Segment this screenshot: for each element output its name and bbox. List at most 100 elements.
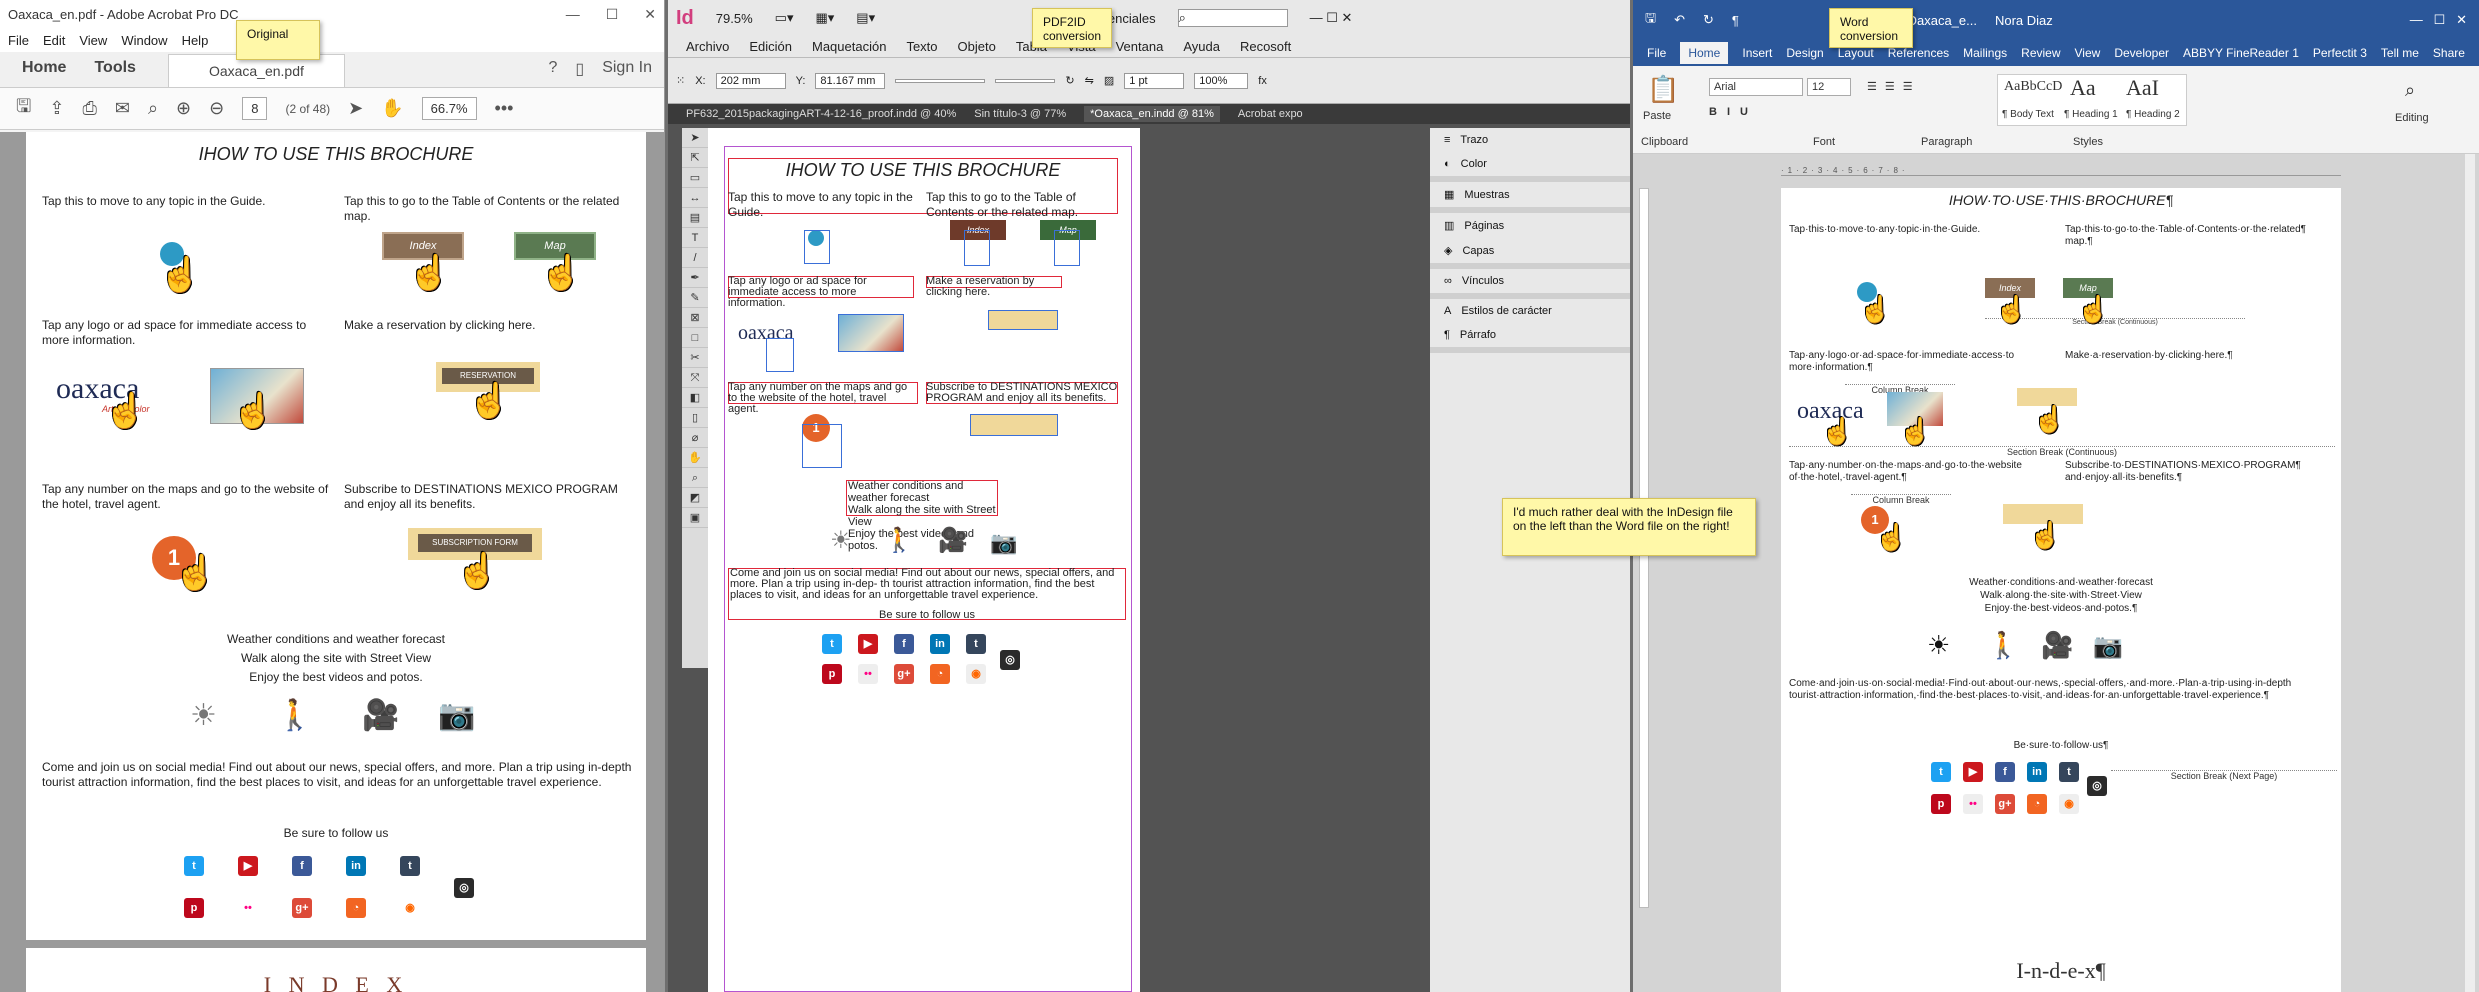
minimize-icon[interactable]: — [566, 6, 580, 23]
rectangle-tool-icon[interactable]: □ [682, 328, 708, 348]
tab-insert[interactable]: Insert [1742, 46, 1772, 60]
panel-paginas[interactable]: ▥ Páginas [1430, 213, 1630, 238]
menu-recosoft[interactable]: Recosoft [1240, 39, 1291, 54]
paste-label[interactable]: Paste [1643, 110, 1671, 122]
scissors-tool-icon[interactable]: ✂ [682, 348, 708, 368]
word-twitter-icon[interactable]: t [1931, 762, 1951, 782]
fill-stroke-icon[interactable]: ◩ [682, 488, 708, 508]
doc-tab-4[interactable]: Acrobat expo [1238, 108, 1303, 120]
signin-link[interactable]: Sign In [602, 59, 652, 79]
preview-mode-icon[interactable]: ▣ [682, 508, 708, 528]
font-size-select[interactable]: 12 [1807, 78, 1851, 96]
menu-archivo[interactable]: Archivo [686, 39, 729, 54]
prev-page-icon[interactable]: ⊕ [176, 98, 191, 119]
word-user[interactable]: Nora Diaz [1995, 13, 2053, 28]
id-subscription-button[interactable] [970, 414, 1058, 436]
id-hotel-ad-image[interactable] [838, 314, 904, 352]
content-collector-icon[interactable]: ▤ [682, 208, 708, 228]
style-heading-1[interactable]: ¶ Heading 1 [2064, 109, 2118, 120]
word-facebook-icon[interactable]: f [1995, 762, 2015, 782]
tab-home[interactable]: Home [1680, 42, 1729, 64]
word-pinterest-icon[interactable]: p [1931, 794, 1951, 814]
menu-file[interactable]: File [8, 33, 29, 48]
tab-layout[interactable]: Layout [1838, 46, 1874, 60]
width-field[interactable] [895, 78, 986, 83]
tab-perfectit[interactable]: Perfectit 3 [2313, 46, 2367, 60]
video-camera-icon[interactable]: 🎥 [362, 698, 399, 733]
horizontal-ruler[interactable]: ·1·2·3·4·5·6·7·8· [1781, 166, 2341, 176]
id-instagram-icon[interactable]: ◎ [1000, 650, 1020, 670]
photo-camera-icon[interactable]: 📷 [438, 698, 475, 733]
id-tumblr-icon[interactable]: t [966, 634, 986, 654]
find-icon[interactable]: ⌕ [2405, 80, 2415, 101]
menu-maquetacion[interactable]: Maquetación [812, 39, 886, 54]
styles-gallery[interactable]: AaBbCcD Aa AaI ¶ Body Text ¶ Heading 1 ¶… [1997, 74, 2187, 126]
panel-capas[interactable]: ◈ Capas [1430, 238, 1630, 263]
share-button[interactable]: Share [2433, 46, 2465, 60]
flip-icon[interactable]: ⇋ [1085, 74, 1094, 87]
menu-view[interactable]: View [79, 33, 107, 48]
help-icon[interactable]: ? [548, 59, 557, 79]
close-icon[interactable]: ✕ [644, 6, 656, 23]
panel-color[interactable]: ◐ Color [1430, 152, 1630, 176]
id-rss-icon[interactable]: ◔ [930, 664, 950, 684]
id-twitter-icon[interactable]: t [822, 634, 842, 654]
id-googleplus-icon[interactable]: g+ [894, 664, 914, 684]
select-arrow-icon[interactable]: ➤ [348, 98, 363, 119]
paragraph-buttons[interactable]: ☰☰☰ [1867, 80, 1921, 93]
id-reservation-button[interactable] [988, 310, 1058, 330]
word-googleplus-icon[interactable]: g+ [1995, 794, 2015, 814]
googleplus-icon[interactable]: g+ [292, 898, 312, 918]
tab-file[interactable]: File [1647, 46, 1666, 60]
opacity-field[interactable]: 100% [1194, 72, 1249, 89]
rectangle-frame-tool-icon[interactable]: ⊠ [682, 308, 708, 328]
youtube-icon[interactable]: ▶ [238, 856, 258, 876]
zoom-tool-icon[interactable]: ⌕ [682, 468, 708, 488]
effects-icon[interactable]: fx [1258, 75, 1267, 87]
tab-view[interactable]: View [2075, 46, 2101, 60]
id-photo-camera-icon[interactable]: 📷 [990, 530, 1017, 556]
menu-objeto[interactable]: Objeto [958, 39, 996, 54]
menu-ayuda[interactable]: Ayuda [1183, 39, 1220, 54]
rss-icon[interactable]: ◔ [346, 898, 366, 918]
next-page-icon[interactable]: ⊖ [209, 98, 224, 119]
word-rss-icon[interactable]: ◔ [2027, 794, 2047, 814]
image-frame[interactable] [804, 230, 830, 264]
tab-developer[interactable]: Developer [2114, 46, 2169, 60]
font-name-select[interactable]: Arial [1709, 78, 1803, 96]
screen-mode-icon[interactable]: ▦▾ [815, 10, 834, 26]
search-input[interactable]: ⌕ [1177, 9, 1288, 27]
facebook-icon[interactable]: f [292, 856, 312, 876]
page-number-input[interactable]: 8 [242, 97, 268, 120]
id-pinterest-icon[interactable]: p [822, 664, 842, 684]
rotate-icon[interactable]: ↻ [1065, 74, 1074, 87]
selection-tool-icon[interactable]: ➤ [682, 128, 708, 148]
search-icon[interactable]: ⌕ [148, 98, 158, 119]
window-controls[interactable]: — ☐ ✕ [2410, 12, 2467, 28]
id-blogger-icon[interactable]: ◉ [966, 664, 986, 684]
doc-tab-2[interactable]: Sin título-3 @ 77% [974, 108, 1066, 120]
doc-tab-active[interactable]: *Oaxaca_en.indd @ 81% [1084, 106, 1220, 122]
arrange-icon[interactable]: ▤▾ [856, 10, 875, 26]
image-frame[interactable] [802, 424, 842, 468]
weather-icon[interactable]: ☀ [190, 698, 217, 733]
blogger-icon[interactable]: ◉ [400, 898, 420, 918]
id-weather-icon[interactable]: ☀ [830, 526, 852, 555]
eyedropper-tool-icon[interactable]: ⌀ [682, 428, 708, 448]
panel-estilos-caracter[interactable]: A Estilos de carácter [1430, 299, 1630, 323]
page-tool-icon[interactable]: ▭ [682, 168, 708, 188]
panel-vinculos[interactable]: ∞ Vínculos [1430, 269, 1630, 293]
id-flickr-icon[interactable]: •• [858, 664, 878, 684]
word-linkedin-icon[interactable]: in [2027, 762, 2047, 782]
tab-mailings[interactable]: Mailings [1963, 46, 2007, 60]
vertical-scrollbar[interactable] [2465, 154, 2475, 992]
word-street-view-icon[interactable]: 🚶 [1987, 630, 2019, 661]
pen-tool-icon[interactable]: ✒ [682, 268, 708, 288]
id-facebook-icon[interactable]: f [894, 634, 914, 654]
word-blogger-icon[interactable]: ◉ [2059, 794, 2079, 814]
tab-abbyy[interactable]: ABBYY FineReader 1 [2183, 46, 2299, 60]
id-video-camera-icon[interactable]: 🎥 [938, 526, 968, 555]
gap-tool-icon[interactable]: ↔ [682, 188, 708, 208]
image-frame[interactable] [766, 338, 794, 372]
tab-design[interactable]: Design [1786, 46, 1823, 60]
